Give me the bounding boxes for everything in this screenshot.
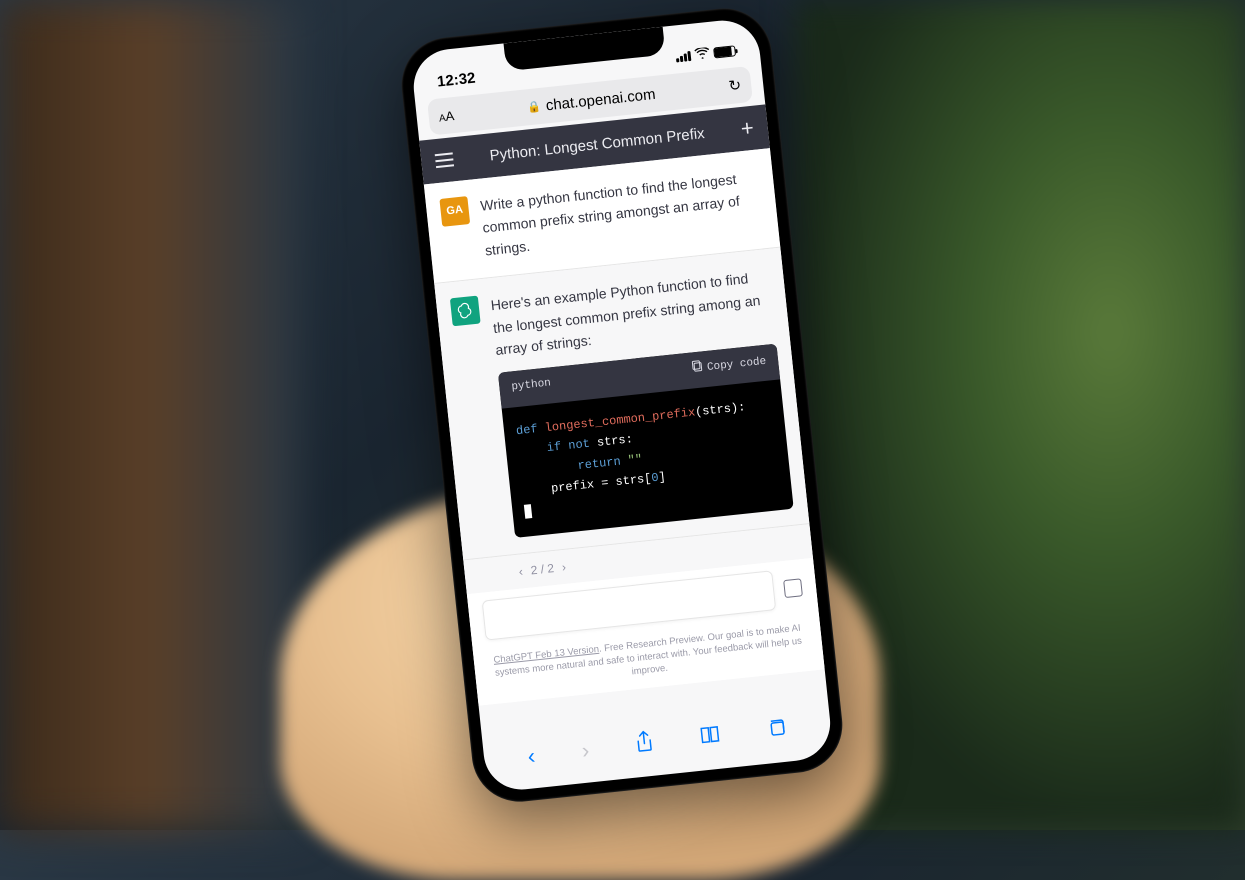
iphone-device: 12:32 AA 🔒 chat.openai.com ↻ Python: Lon… xyxy=(396,4,846,807)
code-block: python Copy code def longest_common_pref… xyxy=(497,344,793,538)
new-chat-button[interactable]: + xyxy=(739,115,755,142)
pagination-label: 2 / 2 xyxy=(530,561,555,577)
assistant-message-text: Here's an example Python function to fin… xyxy=(489,265,774,361)
pagination-prev[interactable]: ‹ xyxy=(518,564,523,578)
status-time: 12:32 xyxy=(436,70,476,91)
chat-body: GA Write a python function to find the l… xyxy=(423,148,824,705)
url-display[interactable]: 🔒 chat.openai.com xyxy=(526,85,656,115)
copy-code-label: Copy code xyxy=(706,354,767,378)
refresh-button[interactable]: ↻ xyxy=(727,76,741,95)
code-language: python xyxy=(510,376,551,400)
copy-code-button[interactable]: Copy code xyxy=(690,353,767,380)
user-message-text: Write a python function to find the long… xyxy=(479,166,764,262)
clipboard-icon xyxy=(690,360,704,381)
cursor xyxy=(523,504,531,519)
code-content: def longest_common_prefix(strs): if not … xyxy=(501,379,793,538)
forward-button[interactable]: › xyxy=(580,737,590,764)
lock-icon: 🔒 xyxy=(526,99,541,113)
phone-screen: 12:32 AA 🔒 chat.openai.com ↻ Python: Lon… xyxy=(410,17,834,793)
safari-toolbar: ‹ › xyxy=(482,703,833,783)
tabs-button[interactable] xyxy=(765,717,788,745)
back-button[interactable]: ‹ xyxy=(526,743,536,770)
user-avatar: GA xyxy=(439,196,470,227)
signal-icon xyxy=(675,50,691,62)
share-button[interactable] xyxy=(634,730,655,760)
battery-icon xyxy=(713,45,736,58)
menu-button[interactable] xyxy=(434,152,453,168)
bookmarks-button[interactable] xyxy=(699,725,721,751)
url-text: chat.openai.com xyxy=(545,85,656,113)
text-size-button[interactable]: AA xyxy=(437,107,454,126)
background-wood xyxy=(0,0,300,830)
assistant-message: Here's an example Python function to fin… xyxy=(434,248,809,561)
assistant-avatar xyxy=(449,296,480,327)
status-indicators xyxy=(674,42,735,65)
regenerate-button[interactable] xyxy=(783,578,803,598)
wifi-icon xyxy=(693,45,710,63)
pagination-next[interactable]: › xyxy=(561,560,566,574)
